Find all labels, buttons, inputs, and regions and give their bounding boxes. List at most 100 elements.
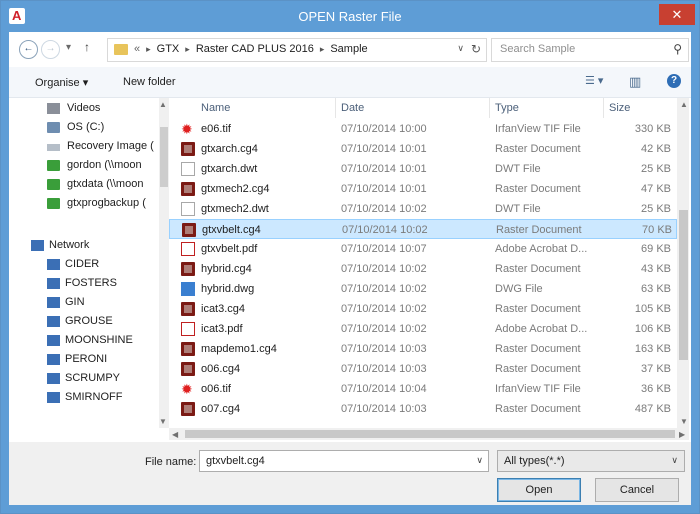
chevron-down-icon[interactable]: ∨ (671, 455, 678, 466)
nav-item-label: gtxprogbackup ( (67, 197, 146, 209)
help-icon[interactable]: ? (667, 74, 681, 88)
cancel-button[interactable]: Cancel (595, 478, 679, 502)
address-bar[interactable]: «▸ GTX ▸ Raster CAD PLUS 2016 ▸ Sample ∨ ↻ (107, 38, 487, 62)
file-size: 330 KB (634, 123, 671, 135)
file-row[interactable]: gtxmech2.cg4 07/10/2014 10:01 Raster Docum… (169, 179, 677, 199)
close-button[interactable]: ✕ (659, 4, 695, 25)
nav-item-label: GROUSE (65, 315, 113, 327)
search-box[interactable]: Search Sample ⚲ (491, 38, 689, 62)
horizontal-scrollbar-thumb[interactable] (185, 430, 675, 438)
file-row[interactable]: ✹ e06.tif 07/10/2014 10:00 IrfanView TIF Fi… (169, 119, 677, 139)
nav-item-label: FOSTERS (65, 277, 117, 289)
nav-item-fosters[interactable]: FOSTERS (9, 275, 159, 294)
scroll-down-icon[interactable]: ▼ (680, 417, 688, 426)
refresh-icon[interactable]: ↻ (471, 42, 481, 56)
change-view-icon[interactable]: ☰ ▾ (585, 74, 603, 87)
file-type: Raster Document (495, 343, 581, 355)
file-row[interactable]: ✹ o06.tif 07/10/2014 10:04 IrfanView TIF Fi… (169, 379, 677, 399)
file-row[interactable]: hybrid.cg4 07/10/2014 10:02 Raster Documen… (169, 259, 677, 279)
preview-pane-icon[interactable]: ▥ (629, 74, 641, 90)
file-row[interactable]: gtxarch.cg4 07/10/2014 10:01 Raster Docume… (169, 139, 677, 159)
nav-item-grouse[interactable]: GROUSE (9, 313, 159, 332)
title-bar[interactable]: OPEN Raster File ✕ (1, 1, 699, 31)
file-size: 25 KB (641, 203, 671, 215)
nav-item-network[interactable]: Network (9, 237, 159, 256)
organise-menu[interactable]: Organise ▾ (35, 76, 88, 89)
file-type-select[interactable]: All types(*.*) ∨ (497, 450, 685, 472)
column-divider[interactable] (335, 98, 336, 118)
nav-scroll-down-icon[interactable]: ▼ (159, 417, 167, 426)
nav-item-label: MOONSHINE (65, 334, 133, 346)
nav-item-peroni[interactable]: PERONI (9, 351, 159, 370)
file-size: 487 KB (634, 403, 671, 415)
new-folder-button[interactable]: New folder (123, 76, 176, 88)
forward-button[interactable]: → (41, 40, 60, 59)
file-name-field[interactable]: gtxvbelt.cg4 ∨ (199, 450, 489, 472)
file-size: 69 KB (641, 243, 671, 255)
network-drive-icon (47, 198, 60, 209)
nav-item-gtxprogbackup[interactable]: gtxprogbackup ( (9, 195, 159, 214)
file-date: 07/10/2014 10:02 (341, 323, 427, 335)
breadcrumb-gtx[interactable]: GTX (157, 43, 180, 55)
cg4-file-icon (181, 362, 195, 376)
nav-item-recovery-image[interactable]: Recovery Image ( (9, 138, 159, 157)
file-date: 07/10/2014 10:02 (341, 263, 427, 275)
breadcrumb-overflow[interactable]: « (134, 43, 140, 55)
file-name: o06.tif (201, 383, 231, 395)
scroll-right-icon[interactable]: ▶ (679, 430, 685, 439)
chevron-down-icon[interactable]: ∨ (476, 455, 483, 466)
column-header-type[interactable]: Type (495, 102, 519, 114)
column-header-size[interactable]: Size (609, 102, 630, 114)
open-button[interactable]: Open (497, 478, 581, 502)
search-input[interactable]: Search Sample (500, 43, 575, 55)
nav-item-gin[interactable]: GIN (9, 294, 159, 313)
recent-locations-chevron-icon[interactable]: ▾ (66, 42, 71, 53)
column-divider[interactable] (489, 98, 490, 118)
back-button[interactable]: ← (19, 40, 38, 59)
file-row[interactable]: gtxvbelt.cg4 07/10/2014 10:02 Raster Docum… (169, 219, 677, 239)
file-row[interactable]: gtxmech2.dwt 07/10/2014 10:02 DWT File 25 K… (169, 199, 677, 219)
file-type: DWT File (495, 163, 541, 175)
nav-item-smirnoff[interactable]: SMIRNOFF (9, 389, 159, 408)
file-type-value[interactable]: All types(*.*) (504, 455, 565, 467)
nav-item-label: gordon (\\moon (67, 159, 142, 171)
nav-scrollbar-thumb[interactable] (160, 127, 168, 187)
nav-item-scrumpy[interactable]: SCRUMPY (9, 370, 159, 389)
computer-icon (47, 335, 60, 346)
file-row[interactable]: hybrid.dwg 07/10/2014 10:02 DWG File 63 KB (169, 279, 677, 299)
nav-item-moonshine[interactable]: MOONSHINE (9, 332, 159, 351)
file-list-scrollbar-thumb[interactable] (679, 210, 688, 360)
file-row[interactable]: o06.cg4 07/10/2014 10:03 Raster Document 37… (169, 359, 677, 379)
up-one-level-button[interactable]: ↑ (84, 40, 90, 54)
file-row[interactable]: o07.cg4 07/10/2014 10:03 Raster Document 48… (169, 399, 677, 419)
file-row[interactable]: gtxarch.dwt 07/10/2014 10:01 DWT File 25 KB (169, 159, 677, 179)
scroll-up-icon[interactable]: ▲ (680, 100, 688, 109)
breadcrumb-sample[interactable]: Sample (330, 43, 367, 55)
nav-item-cider[interactable]: CIDER (9, 256, 159, 275)
file-row[interactable]: mapdemo1.cg4 07/10/2014 10:03 Raster Docum… (169, 339, 677, 359)
file-row[interactable]: icat3.cg4 07/10/2014 10:02 Raster Document… (169, 299, 677, 319)
column-header-date[interactable]: Date (341, 102, 364, 114)
file-row[interactable]: icat3.pdf 07/10/2014 10:02 Adobe Acrobat D… (169, 319, 677, 339)
file-name: gtxarch.cg4 (201, 143, 258, 155)
nav-item-os-c[interactable]: OS (C:) (9, 119, 159, 138)
tif-file-icon: ✹ (181, 121, 193, 137)
file-name-value[interactable]: gtxvbelt.cg4 (206, 455, 265, 467)
nav-item-videos[interactable]: Videos (9, 100, 159, 119)
file-name: icat3.cg4 (201, 303, 246, 315)
nav-item-gordon[interactable]: gordon (\\moon (9, 157, 159, 176)
cg4-file-icon (181, 342, 195, 356)
network-icon (31, 240, 44, 251)
nav-item-gtxdata[interactable]: gtxdata (\\moon (9, 176, 159, 195)
scroll-left-icon[interactable]: ◀ (172, 430, 178, 439)
file-row[interactable]: gtxvbelt.pdf 07/10/2014 10:07 Adobe Acroba… (169, 239, 677, 259)
cg4-file-icon (181, 402, 195, 416)
dwt-file-icon (181, 202, 195, 216)
address-dropdown-icon[interactable]: ∨ (457, 43, 464, 54)
file-date: 07/10/2014 10:01 (341, 143, 427, 155)
nav-scroll-up-icon[interactable]: ▲ (159, 100, 167, 109)
column-header-name[interactable]: Name (201, 102, 230, 114)
file-size: 37 KB (641, 363, 671, 375)
column-divider[interactable] (603, 98, 604, 118)
breadcrumb-raster-cad-plus[interactable]: Raster CAD PLUS 2016 (196, 43, 314, 55)
